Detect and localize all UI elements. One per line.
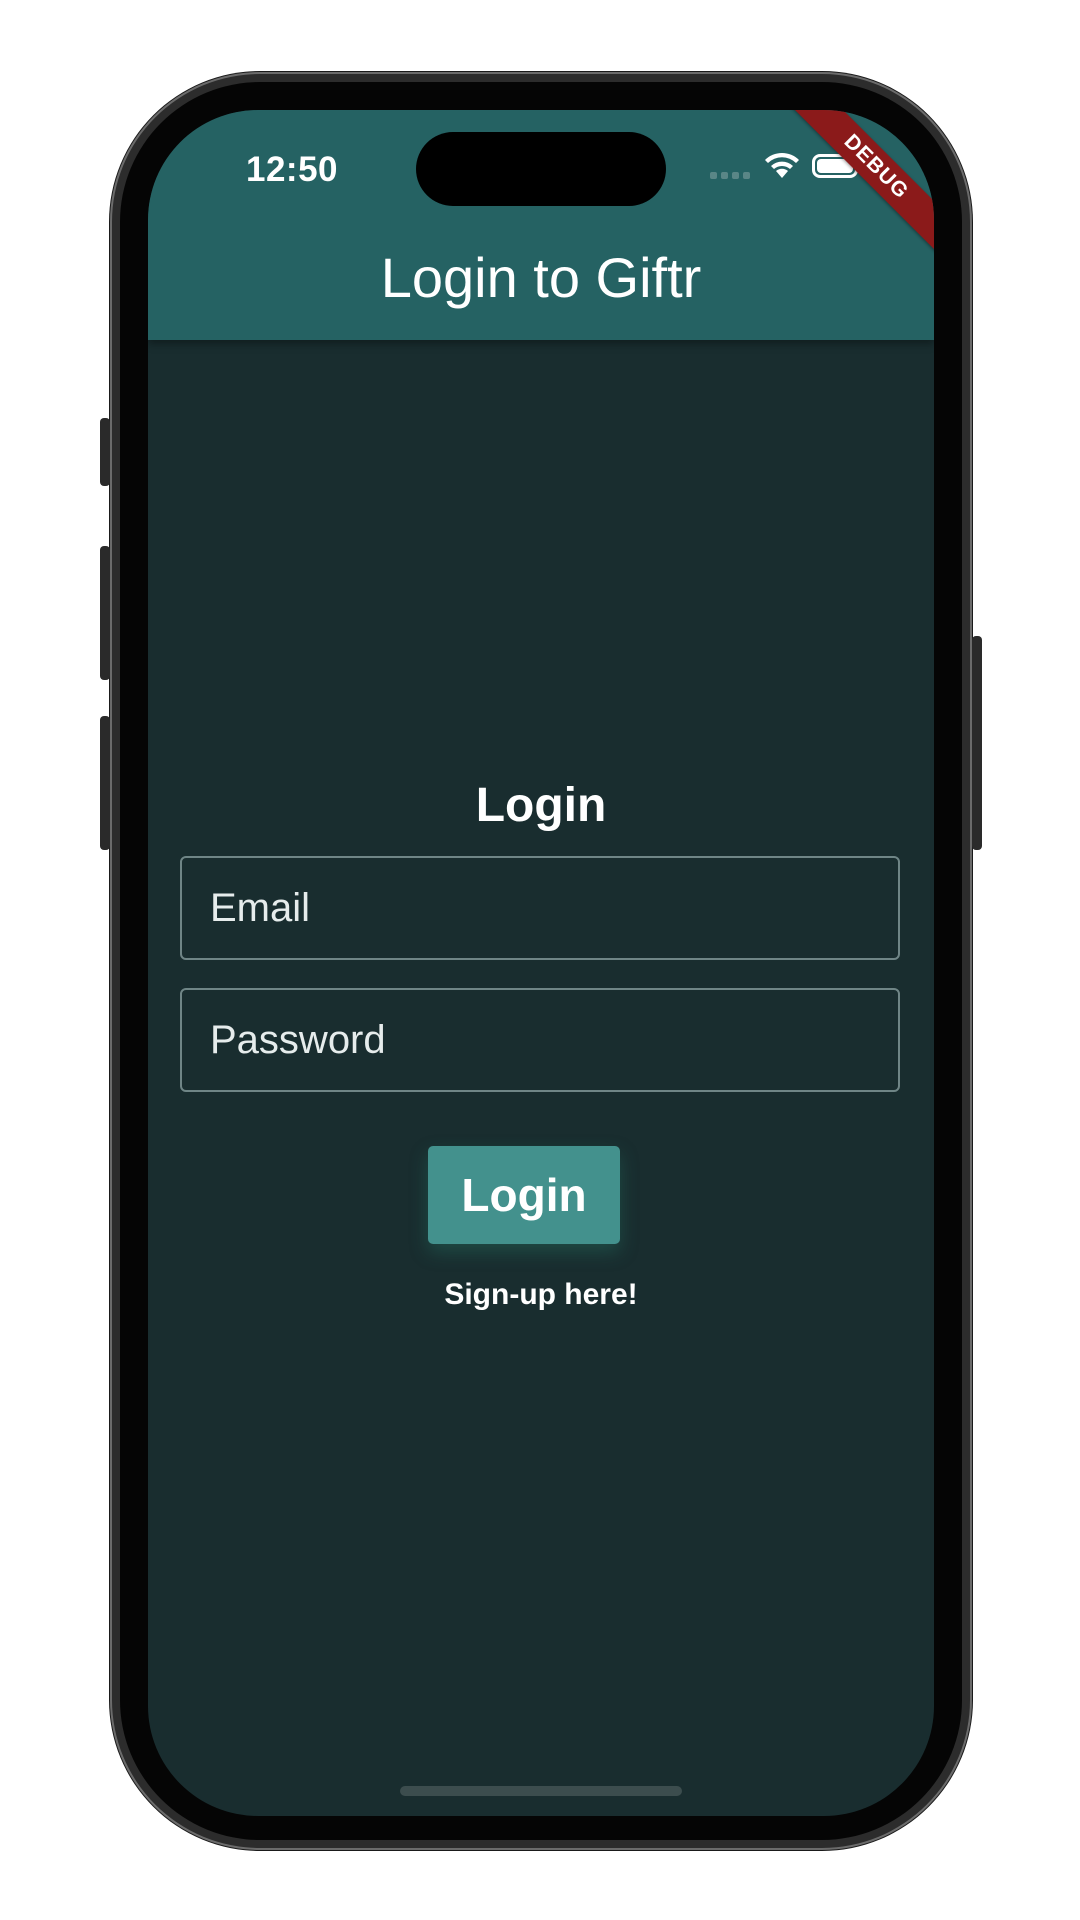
app-bar: 12:50 DEBUG Login to Giftr [148, 110, 934, 340]
home-indicator [400, 1786, 682, 1796]
wifi-icon [765, 152, 799, 178]
dynamic-island [416, 132, 666, 206]
cellular-signal-icon [710, 172, 750, 179]
app-screen: 12:50 DEBUG Login to Giftr Login Login S… [148, 110, 934, 1816]
app-bar-title: Login to Giftr [380, 246, 702, 309]
silent-switch [100, 418, 110, 486]
password-field[interactable] [180, 988, 900, 1092]
power-button [972, 636, 982, 850]
volume-up-button [100, 546, 110, 680]
email-field[interactable] [180, 856, 900, 960]
debug-banner: DEBUG [779, 110, 934, 264]
status-time: 12:50 [246, 150, 339, 189]
login-heading: Login [475, 779, 607, 832]
signup-link[interactable]: Sign-up here! [148, 1278, 934, 1312]
volume-down-button [100, 716, 110, 850]
login-button[interactable]: Login [428, 1146, 620, 1244]
